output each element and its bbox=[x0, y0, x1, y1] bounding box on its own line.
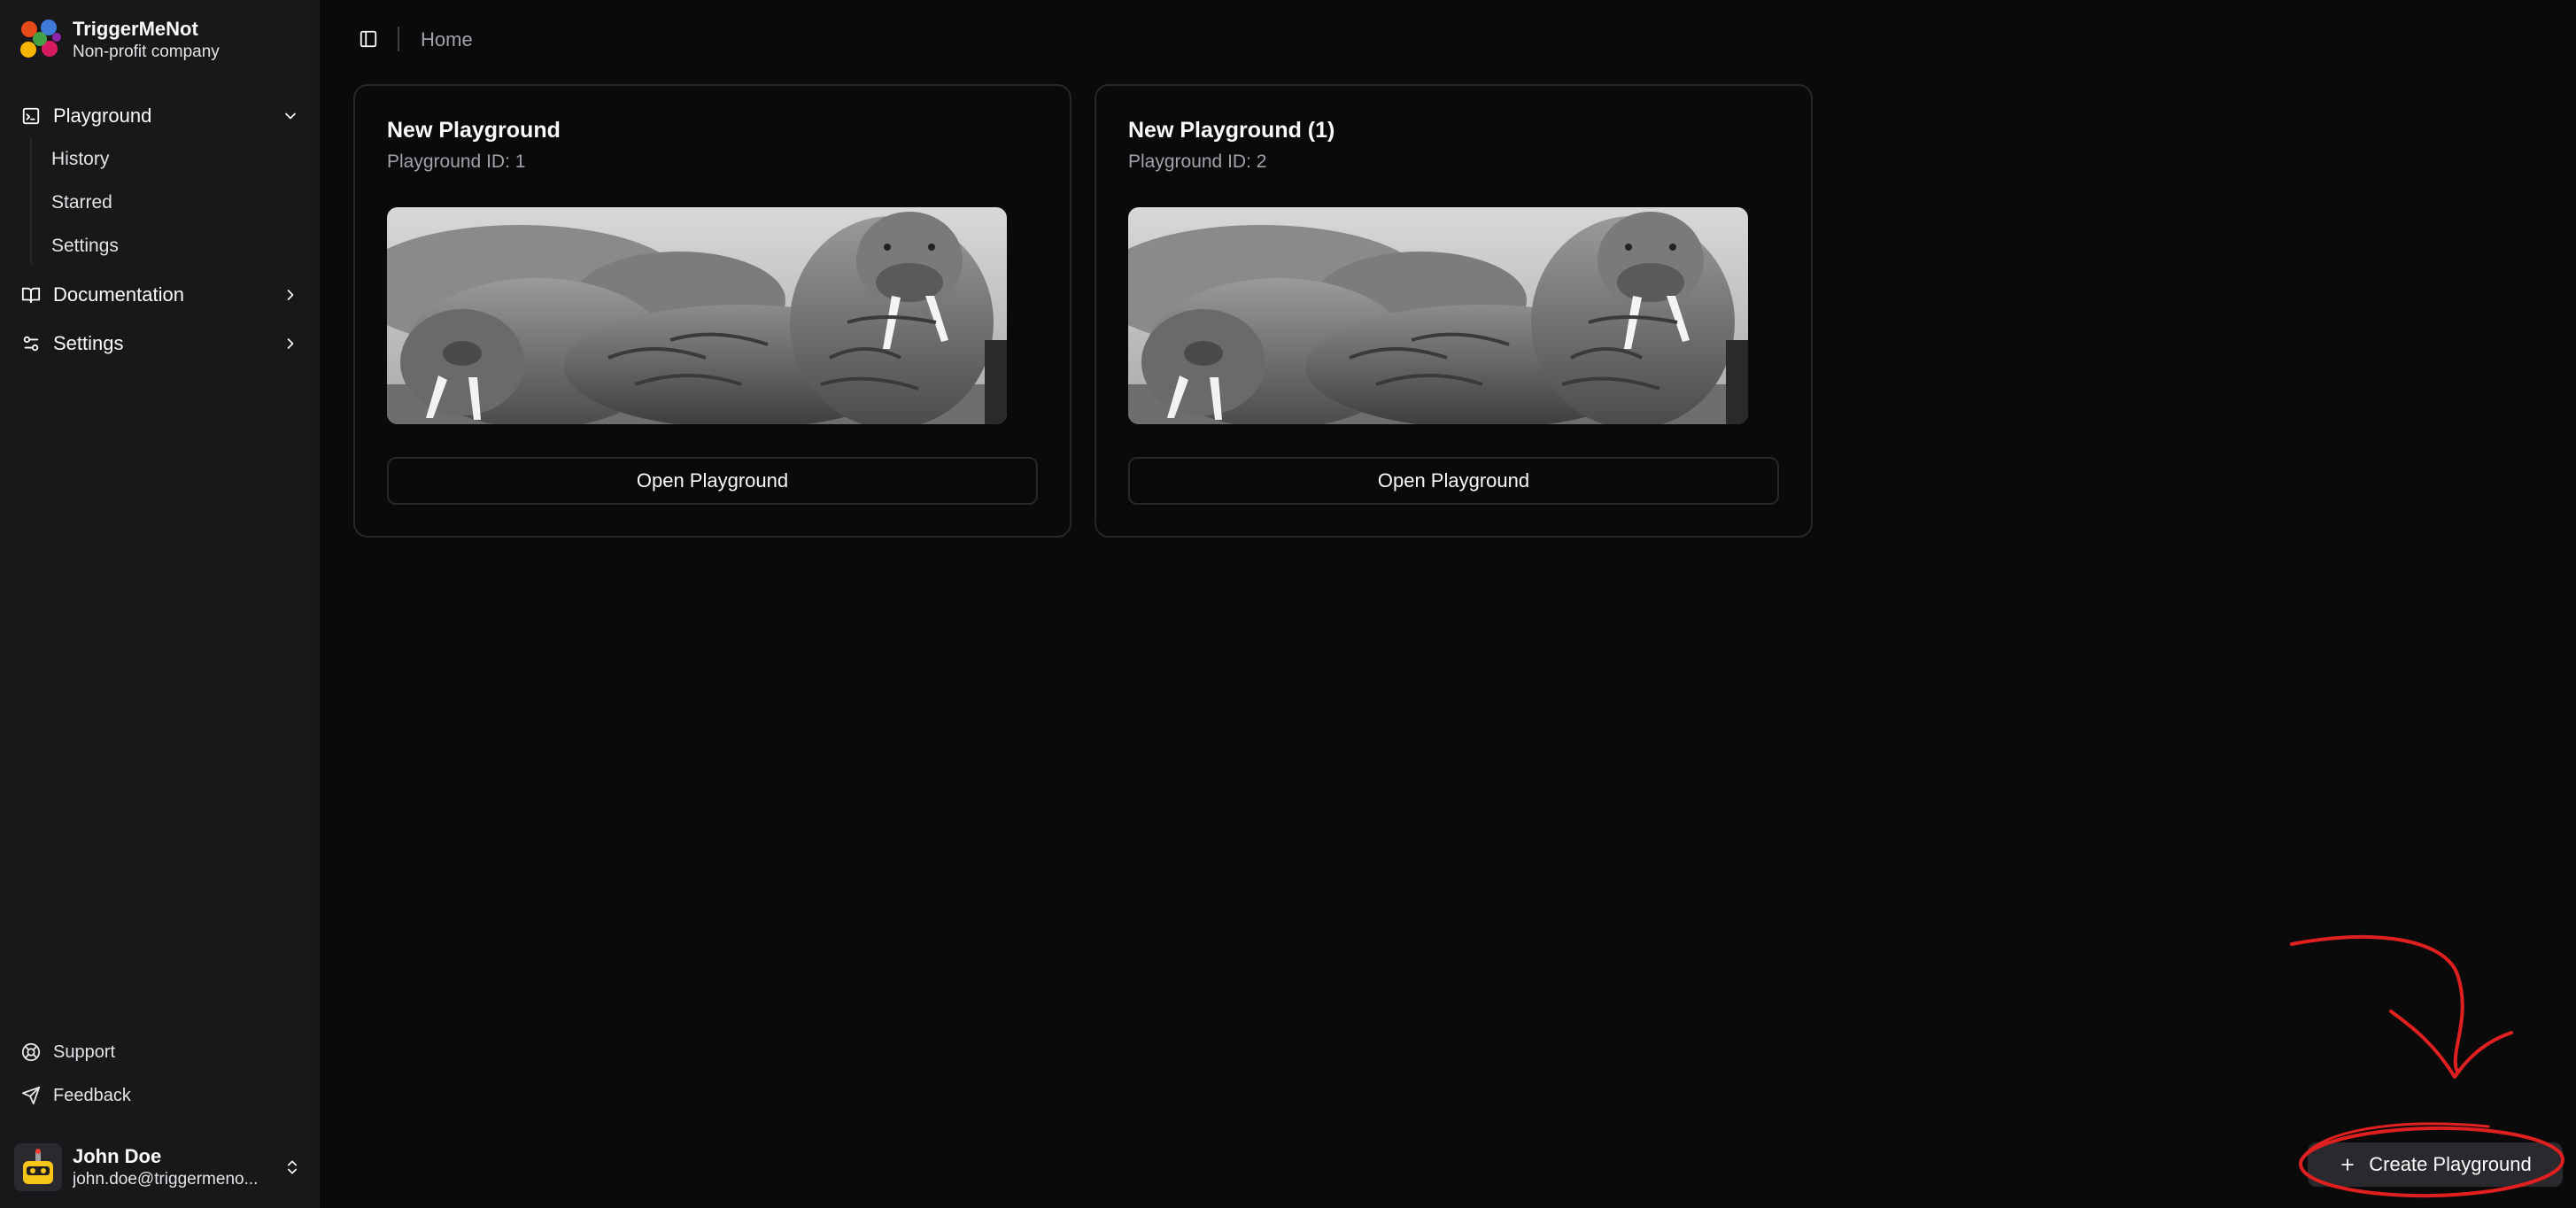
brand-subtitle: Non-profit company bbox=[73, 43, 220, 61]
avatar bbox=[14, 1143, 62, 1191]
sidebar-item-label: Settings bbox=[53, 332, 124, 354]
book-open-icon bbox=[16, 285, 46, 305]
submenu-rail bbox=[30, 138, 32, 264]
brand-logo-icon bbox=[20, 19, 61, 58]
sidebar-subitem-starred[interactable]: Starred bbox=[43, 185, 308, 221]
walrus-image bbox=[1128, 207, 1748, 424]
breadcrumb[interactable]: Home bbox=[421, 27, 473, 52]
sidebar-subitem-history[interactable]: History bbox=[43, 142, 308, 177]
sidebar: TriggerMeNot Non-profit company Playgrou… bbox=[0, 0, 320, 1208]
topbar-separator bbox=[398, 27, 399, 51]
sidebar-feedback-link[interactable]: Feedback bbox=[11, 1078, 308, 1113]
sidebar-item-documentation[interactable]: Documentation bbox=[11, 275, 308, 315]
life-buoy-icon bbox=[16, 1042, 46, 1062]
card-title: New Playground (1) bbox=[1128, 118, 1335, 143]
chevron-right-icon bbox=[273, 335, 308, 352]
walrus-image bbox=[387, 207, 1007, 424]
card-subtitle: Playground ID: 1 bbox=[387, 151, 526, 172]
card-title: New Playground bbox=[387, 118, 561, 143]
sidebar-item-settings[interactable]: Settings bbox=[11, 323, 308, 364]
playground-card: New Playground Playground ID: 1 Open Pla… bbox=[353, 84, 1071, 538]
chevron-down-icon bbox=[273, 107, 308, 125]
sidebar-item-playground[interactable]: Playground bbox=[11, 96, 308, 136]
open-playground-button[interactable]: Open Playground bbox=[387, 457, 1038, 505]
brand-name: TriggerMeNot bbox=[73, 18, 198, 40]
terminal-square-icon bbox=[16, 106, 46, 126]
sidebar-subitem-settings[interactable]: Settings bbox=[43, 228, 308, 264]
sliders-icon bbox=[16, 334, 46, 353]
card-subtitle: Playground ID: 2 bbox=[1128, 151, 1267, 172]
sidebar-item-label: Documentation bbox=[53, 283, 184, 306]
playground-card: New Playground (1) Playground ID: 2 Open… bbox=[1095, 84, 1813, 538]
panel-left-icon bbox=[360, 30, 377, 48]
create-playground-label: Create Playground bbox=[2369, 1153, 2532, 1175]
open-playground-button[interactable]: Open Playground bbox=[1128, 457, 1779, 505]
plus-icon bbox=[2339, 1156, 2356, 1173]
sidebar-support-link[interactable]: Support bbox=[11, 1034, 308, 1070]
user-menu[interactable]: John Doe john.doe@triggermeno... bbox=[11, 1139, 308, 1196]
user-name: John Doe bbox=[73, 1145, 162, 1167]
chevron-right-icon bbox=[273, 286, 308, 304]
chevrons-up-down-icon bbox=[276, 1158, 308, 1177]
sidebar-toggle-button[interactable] bbox=[352, 23, 384, 55]
user-email: john.doe@triggermeno... bbox=[73, 1170, 259, 1189]
sidebar-item-label: Playground bbox=[53, 105, 152, 127]
support-label: Support bbox=[53, 1042, 116, 1062]
create-playground-button[interactable]: Create Playground bbox=[2308, 1142, 2563, 1187]
brand[interactable]: TriggerMeNot Non-profit company bbox=[16, 16, 220, 64]
send-icon bbox=[16, 1086, 46, 1105]
feedback-label: Feedback bbox=[53, 1085, 131, 1105]
